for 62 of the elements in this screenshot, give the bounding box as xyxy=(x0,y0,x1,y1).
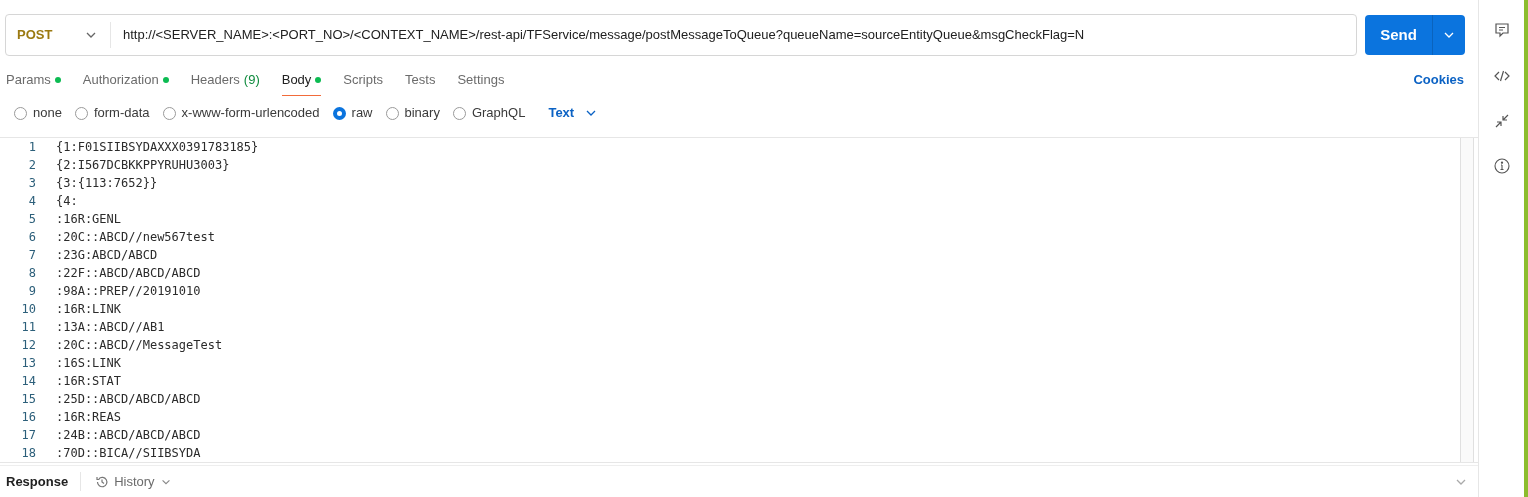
code-line: {3:{113:7652}} xyxy=(55,175,158,192)
code-line: :16R:STAT xyxy=(55,373,122,390)
line-number: 6 xyxy=(27,229,36,246)
radio-option[interactable]: GraphQL xyxy=(452,103,526,123)
tab[interactable]: Authorization xyxy=(82,64,169,96)
code-line: :23G:ABCD/ABCD xyxy=(55,247,158,264)
code-line: {4: xyxy=(55,193,78,210)
scrollbar[interactable] xyxy=(1460,138,1474,462)
line-number: 9 xyxy=(27,283,36,300)
history-dropdown[interactable]: History xyxy=(95,471,172,492)
url-input-field[interactable]: POST http://<SERVER_NAME>:<PORT_NO>/<CONTEXT_NAME>/rest-api/TFService/message/postMessageToQueue?queueName=sourceEntityQueue&msgCheckFlag=N xyxy=(5,14,1357,56)
code-line: :70D::BICA//SIIBSYDA xyxy=(55,445,201,462)
history-icon xyxy=(95,474,110,489)
code-line: :16R:REAS xyxy=(55,409,122,426)
line-number: 1 xyxy=(27,139,36,156)
line-number: 8 xyxy=(27,265,36,282)
radio-option[interactable]: x-www-form-urlencoded xyxy=(162,103,320,123)
collapse-arrows-icon[interactable] xyxy=(1494,114,1509,128)
line-number: 7 xyxy=(27,247,36,264)
line-number: 15 xyxy=(20,391,36,408)
code-line: {1:F01SIIBSYDAXXX0391783185} xyxy=(55,139,259,156)
code-line: :20C::ABCD//MessageTest xyxy=(55,337,223,354)
comment-icon[interactable] xyxy=(1493,22,1510,38)
info-icon[interactable] xyxy=(1493,158,1510,174)
code-line: :22F::ABCD/ABCD/ABCD xyxy=(55,265,201,282)
tab[interactable]: Scripts xyxy=(343,64,384,96)
code-line: :16R:GENL xyxy=(55,211,122,228)
line-number: 2 xyxy=(27,157,36,174)
line-number: 11 xyxy=(20,319,36,336)
code-line: :98A::PREP//20191010 xyxy=(55,283,201,300)
tab[interactable]: Body xyxy=(281,64,322,96)
line-number: 12 xyxy=(20,337,36,354)
tab[interactable]: Tests xyxy=(405,64,436,96)
radio-option[interactable]: raw xyxy=(332,103,373,123)
tab[interactable]: Params xyxy=(6,64,61,96)
line-number: 5 xyxy=(27,211,36,228)
code-icon[interactable] xyxy=(1493,68,1510,84)
radio-option[interactable]: none xyxy=(14,103,62,123)
send-split-button[interactable]: Send xyxy=(1365,15,1465,55)
code-line: {2:I567DCBKKPPYRUHU3003} xyxy=(55,157,230,174)
code-line: :16R:LINK xyxy=(55,301,122,318)
format-dropdown[interactable]: Text xyxy=(548,103,599,123)
method-dropdown[interactable]: POST xyxy=(6,22,111,48)
code-line: :16S:LINK xyxy=(55,355,122,372)
line-number: 17 xyxy=(20,427,36,444)
tab[interactable]: Settings xyxy=(457,64,505,96)
code-line: :25D::ABCD/ABCD/ABCD xyxy=(55,391,201,408)
line-number: 4 xyxy=(27,193,36,210)
cookies-link[interactable]: Cookies xyxy=(1413,64,1464,96)
code-line: :13A::ABCD//AB1 xyxy=(55,319,165,336)
response-label: Response xyxy=(6,471,82,492)
line-number: 16 xyxy=(20,409,36,426)
line-number: 13 xyxy=(20,355,36,372)
tab[interactable]: Headers (9) xyxy=(190,64,260,96)
line-number: 18 xyxy=(20,445,36,462)
radio-option[interactable]: form-data xyxy=(74,103,150,123)
line-number: 3 xyxy=(27,175,36,192)
line-number: 14 xyxy=(20,373,36,390)
code-line: :20C::ABCD//new567test xyxy=(55,229,215,246)
code-line: :24B::ABCD/ABCD/ABCD xyxy=(55,427,201,444)
line-number: 10 xyxy=(20,301,36,318)
radio-option[interactable]: binary xyxy=(385,103,440,123)
